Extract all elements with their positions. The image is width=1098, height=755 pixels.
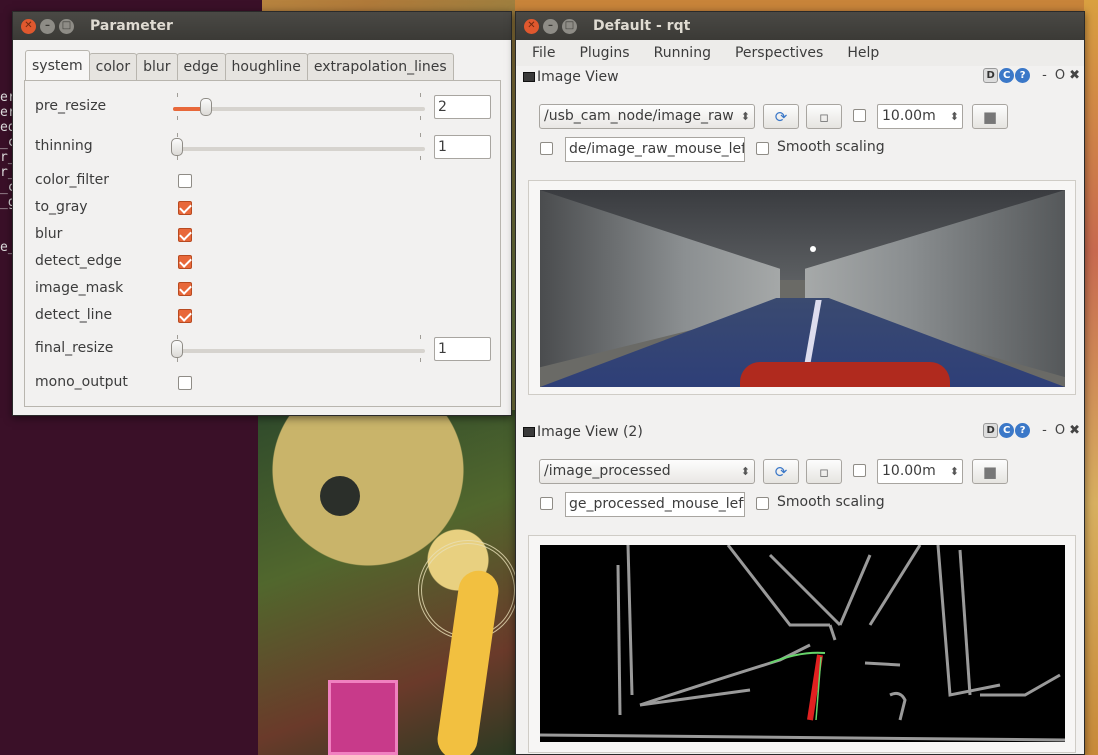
desktop-wallpaper [258,410,520,755]
image-mask-checkbox[interactable] [178,282,192,296]
parameter-window: ✕ – □ Parameter system color blur edge h… [12,11,512,416]
thinning-spinbox[interactable]: 1 [434,135,491,159]
edge-lines-svg [540,545,1065,742]
topic-select[interactable]: /image_processed [539,459,755,484]
param-tabs: system color blur edge houghline extrapo… [25,50,454,80]
final-resize-spinbox[interactable]: 1 [434,337,491,361]
param-detect-line-label: detect_line [35,307,113,323]
thinning-slider[interactable] [171,133,425,160]
param-blur-label: blur [35,226,63,242]
rqt-titlebar[interactable]: ✕ – □ Default - rqt [516,12,1084,40]
camera-image [540,190,1065,387]
tab-blur[interactable]: blur [136,53,178,80]
dock-icon[interactable]: D [983,68,999,83]
pause-icon[interactable]: ■ [972,459,1008,484]
close-icon[interactable]: ✕ [524,18,539,34]
processed-image-frame [528,535,1076,753]
minimize-icon[interactable]: – [543,18,558,34]
minimize-plugin-icon[interactable]: - [1042,68,1047,83]
save-icon[interactable]: ▫ [806,459,842,484]
close-plugin-icon[interactable]: ✖ [1069,423,1080,438]
tab-edge[interactable]: edge [176,53,226,80]
reload-icon[interactable]: C [999,423,1015,438]
tab-extrapolation-lines[interactable]: extrapolation_lines [306,53,454,80]
mouse-publish-checkbox[interactable] [540,142,553,155]
wallpaper-building [328,680,398,755]
param-image-mask-label: image_mask [35,280,124,296]
detect-line-checkbox[interactable] [178,309,192,323]
plugin-controls: D C ? - O ✖ [982,423,1080,438]
tab-color[interactable]: color [88,53,138,80]
reload-icon[interactable]: C [999,68,1015,83]
desktop-right-strip [1084,0,1098,755]
minimize-plugin-icon[interactable]: - [1042,423,1047,438]
rate-spinbox[interactable]: 10.00m [877,459,963,484]
image-view-header[interactable]: Image View D C ? - O ✖ [516,66,1086,88]
menu-perspectives[interactable]: Perspectives [735,45,823,61]
help-icon[interactable]: ? [1015,68,1031,83]
window-title: Default - rqt [593,18,691,34]
maximize-icon[interactable]: □ [59,18,74,34]
minimize-icon[interactable]: – [40,18,55,34]
mouse-publish-checkbox[interactable] [540,497,553,510]
param-thinning-label: thinning [35,138,93,154]
param-final-resize-label: final_resize [35,340,114,356]
menu-bar: File Plugins Running Perspectives Help [516,40,1084,66]
pre-resize-slider[interactable] [173,93,425,120]
wallpaper-disc [320,476,360,516]
close-icon[interactable]: ✕ [21,18,36,34]
maximize-icon[interactable]: □ [562,18,577,34]
system-tab-pane: pre_resize 2 thinning 1 color_filter to_… [24,80,501,407]
parameter-titlebar[interactable]: ✕ – □ Parameter [13,12,511,40]
image-view-2-header[interactable]: Image View (2) D C ? - O ✖ [516,421,1086,443]
plugin-controls: D C ? - O ✖ [982,68,1080,83]
final-resize-slider[interactable] [171,335,425,362]
mouse-topic-field[interactable]: ge_processed_mouse_left [565,492,745,517]
mono-output-checkbox[interactable] [178,376,192,390]
topic-select[interactable]: /usb_cam_node/image_raw [539,104,755,129]
smooth-scaling-label: Smooth scaling [777,494,885,510]
image-frame [528,180,1076,395]
dock-icon[interactable]: D [983,423,999,438]
smooth-scaling-checkbox[interactable] [756,142,769,155]
menu-running[interactable]: Running [654,45,711,61]
plugin-icon [523,72,535,82]
refresh-icon[interactable]: ⟳ [763,104,799,129]
save-icon[interactable]: ▫ [806,104,842,129]
processed-image [540,545,1065,742]
to-gray-checkbox[interactable] [178,201,192,215]
param-detect-edge-label: detect_edge [35,253,122,269]
param-to-gray-label: to_gray [35,199,88,215]
tab-system[interactable]: system [25,50,90,80]
smooth-scaling-checkbox[interactable] [756,497,769,510]
plugin-title: Image View [537,69,619,85]
help-icon[interactable]: ? [1015,423,1031,438]
refresh-icon[interactable]: ⟳ [763,459,799,484]
blur-checkbox[interactable] [178,228,192,242]
plugin-title: Image View (2) [537,424,643,440]
plugin-icon [523,427,535,437]
rqt-window: ✕ – □ Default - rqt File Plugins Running… [515,11,1085,755]
rate-checkbox[interactable] [853,109,866,122]
menu-plugins[interactable]: Plugins [579,45,629,61]
pause-icon[interactable]: ■ [972,104,1008,129]
window-title: Parameter [90,18,173,34]
float-plugin-icon[interactable]: O [1055,68,1065,83]
color-filter-checkbox[interactable] [178,174,192,188]
rate-spinbox[interactable]: 10.00m [877,104,963,129]
close-plugin-icon[interactable]: ✖ [1069,68,1080,83]
mouse-topic-field[interactable]: de/image_raw_mouse_left [565,137,745,162]
param-pre-resize-label: pre_resize [35,98,107,114]
tab-houghline[interactable]: houghline [224,53,308,80]
pre-resize-spinbox[interactable]: 2 [434,95,491,119]
menu-help[interactable]: Help [847,45,879,61]
rate-checkbox[interactable] [853,464,866,477]
param-color-filter-label: color_filter [35,172,110,188]
smooth-scaling-label: Smooth scaling [777,139,885,155]
float-plugin-icon[interactable]: O [1055,423,1065,438]
detect-edge-checkbox[interactable] [178,255,192,269]
menu-file[interactable]: File [532,45,555,61]
param-mono-output-label: mono_output [35,374,128,390]
